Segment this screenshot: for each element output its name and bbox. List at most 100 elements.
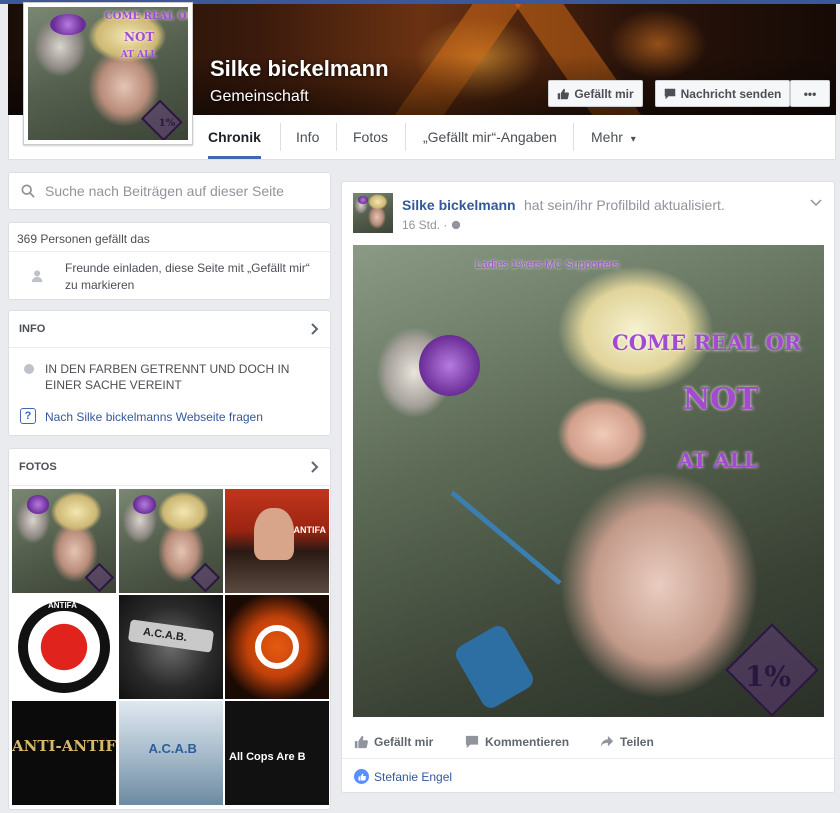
photo-caption: ANTI-ANTIF [12, 737, 116, 755]
photo-thumbnail [118, 489, 223, 593]
profile-picture[interactable]: COME REAL OR NOT AT ALL 1% [23, 2, 193, 145]
photo-tile[interactable]: ANTI-ANTIF [12, 701, 116, 805]
send-message-label: Nachricht senden [680, 86, 782, 101]
photo-tile[interactable] [12, 489, 116, 593]
photos-card-title: FOTOS [19, 461, 57, 473]
tab-info[interactable]: Info [296, 115, 319, 159]
image-text: NOT [124, 29, 155, 44]
photo-tile[interactable] [225, 595, 329, 699]
likes-count[interactable]: 369 Personen gefällt das [9, 223, 330, 252]
thumbs-up-icon [354, 735, 368, 749]
post-like-label: Gefällt mir [374, 735, 434, 749]
post-action-text: hat sein/ihr Profilbild aktualisiert. [524, 197, 725, 213]
rose-art [50, 13, 86, 35]
post-like-button[interactable]: Gefällt mir [354, 735, 433, 749]
message-icon [664, 88, 675, 99]
image-text: COME REAL OR [104, 10, 188, 22]
globe-icon [451, 220, 460, 230]
tab-chronik[interactable]: Chronik [208, 115, 261, 159]
search-icon [21, 184, 35, 198]
info-card-title: INFO [19, 323, 46, 335]
photo-tile[interactable]: ANTIFA [225, 489, 329, 593]
nav-divider [336, 123, 337, 151]
likes-card: 369 Personen gefällt das Freunde einlade… [8, 222, 331, 300]
post-options-chevron-icon[interactable] [810, 194, 822, 210]
chevron-down-icon: ▾ [630, 134, 636, 145]
like-page-button[interactable]: Gefällt mir [548, 80, 643, 107]
celtic-cross-art [255, 625, 299, 669]
welding-torch-art [450, 491, 562, 586]
photo-caption: ANTIFA [48, 601, 77, 610]
welding-hose-art [452, 622, 537, 712]
photo-caption: A.C.A.B [148, 741, 197, 756]
one-percent-emblem [191, 562, 221, 593]
post-action-bar: Gefällt mir Kommentieren Teilen [342, 727, 834, 759]
photos-card: FOTOS ANTIFA ANTIFA A.C.A.B. ANTI-ANTIF … [8, 448, 331, 810]
like-reaction-icon [354, 769, 369, 784]
tab-likes[interactable]: „Gefällt mir“-Angaben [423, 115, 557, 159]
post-timestamp[interactable]: 16 Std. · [402, 218, 461, 232]
post-comment-label: Kommentieren [485, 735, 570, 749]
ask-website-link[interactable]: Nach Silke bickelmanns Webseite fragen [45, 410, 263, 424]
post-share-button[interactable]: Teilen [600, 735, 654, 749]
reaction-user-name[interactable]: Stefanie Engel [374, 770, 452, 784]
nav-divider [405, 123, 406, 151]
chevron-right-icon [311, 461, 319, 473]
post-time-text: 16 Std. [402, 218, 441, 232]
image-text: Ladies 1%ers MC Supporters [475, 259, 620, 272]
timeline-post: Silke bickelmann hat sein/ihr Profilbild… [341, 181, 835, 793]
send-message-button[interactable]: Nachricht senden [655, 80, 790, 107]
tab-more[interactable]: Mehr ▾ [591, 115, 636, 159]
image-text: NOT [682, 381, 759, 417]
about-text: IN DEN FARBEN GETRENNT UND DOCH IN EINER… [45, 362, 290, 392]
question-icon: ? [20, 408, 36, 424]
post-image-art: Ladies 1%ers MC Supporters COME REAL OR … [353, 245, 824, 717]
image-text: COME REAL OR [612, 329, 802, 355]
antifa-logo [18, 601, 110, 693]
avatar-image [353, 193, 393, 233]
info-card-header[interactable]: INFO [9, 311, 330, 348]
more-options-button[interactable]: ••• [790, 80, 830, 107]
info-card: INFO IN DEN FARBEN GETRENNT UND DOCH IN … [8, 310, 331, 436]
chevron-right-icon [311, 323, 319, 335]
post-author-link[interactable]: Silke bickelmann [402, 197, 516, 213]
invite-friends-link[interactable]: Freunde einladen, diese Seite mit „Gefäl… [65, 260, 325, 294]
post-share-label: Teilen [620, 735, 654, 749]
rose-art [357, 196, 369, 205]
photo-grid: ANTIFA ANTIFA A.C.A.B. ANTI-ANTIF A.C.A.… [12, 489, 329, 805]
photo-tile[interactable] [118, 489, 223, 593]
image-text: AT ALL [677, 447, 758, 472]
post-author-avatar[interactable] [353, 193, 393, 233]
page-title[interactable]: Silke bickelmann [210, 56, 389, 82]
info-icon [24, 364, 34, 374]
photo-tile[interactable]: All Cops Are B [225, 701, 329, 805]
rose-art [26, 495, 50, 514]
post-time-separator: · [443, 218, 448, 232]
photo-tile[interactable]: A.C.A.B. [118, 595, 223, 699]
rose-art [418, 334, 481, 397]
post-reactions[interactable]: Stefanie Engel [354, 769, 452, 784]
rose-art [133, 495, 156, 514]
image-text: 1% [744, 660, 792, 694]
photo-caption: ANTIFA [293, 525, 327, 535]
photos-card-header[interactable]: FOTOS [9, 449, 330, 486]
image-text: 1% [158, 118, 176, 130]
post-image[interactable]: Ladies 1%ers MC Supporters COME REAL OR … [353, 245, 824, 717]
photo-tile[interactable]: ANTIFA [12, 595, 116, 699]
tab-fotos[interactable]: Fotos [353, 115, 388, 159]
search-input[interactable]: Suche nach Beiträgen auf dieser Seite [45, 183, 284, 199]
profile-picture-image: COME REAL OR NOT AT ALL 1% [28, 7, 188, 140]
photo-caption: All Cops Are B [229, 751, 306, 763]
photo-tile[interactable]: A.C.A.B [118, 701, 223, 805]
nav-divider [573, 123, 574, 151]
comment-icon [465, 735, 479, 749]
person-silhouette [254, 507, 294, 560]
image-text: AT ALL [120, 49, 157, 60]
page-category: Gemeinschaft [210, 88, 309, 105]
invite-friends-icon [31, 270, 43, 283]
post-search-box[interactable]: Suche nach Beiträgen auf dieser Seite [8, 172, 331, 210]
nav-divider [280, 123, 281, 151]
one-percent-emblem [84, 562, 115, 593]
post-comment-button[interactable]: Kommentieren [465, 735, 569, 749]
like-page-label: Gefällt mir [574, 86, 634, 101]
